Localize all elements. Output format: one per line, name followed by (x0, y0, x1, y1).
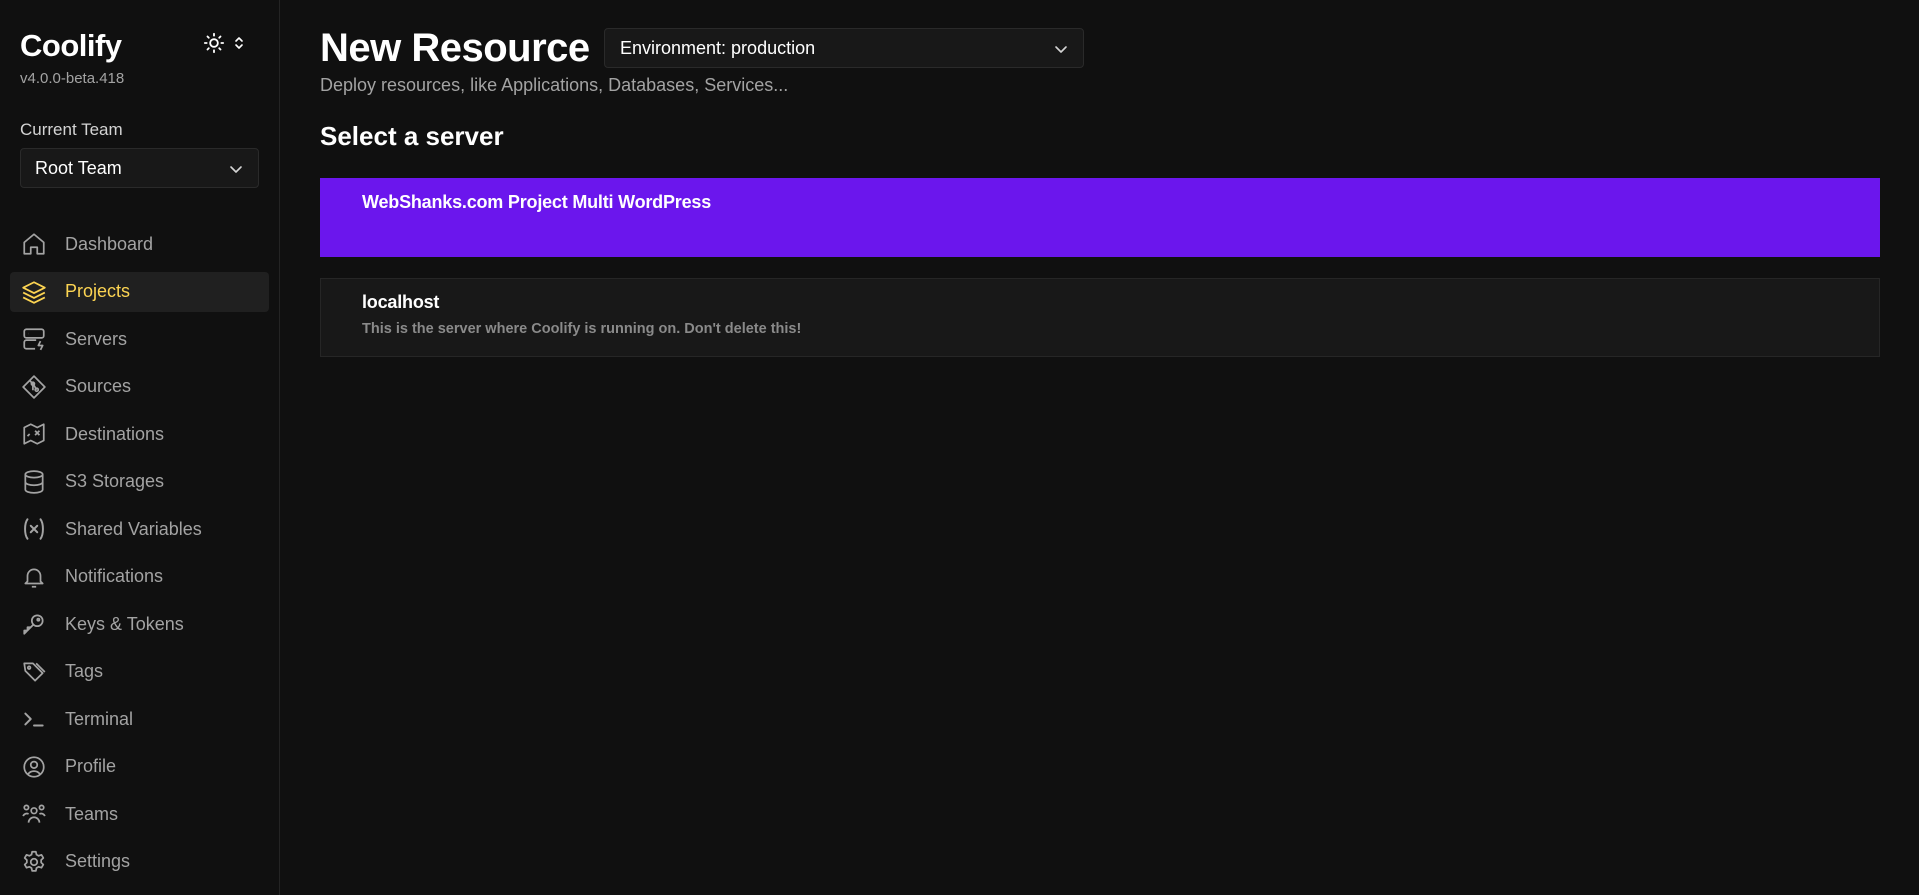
chevron-down-icon (1053, 41, 1069, 62)
sidebar-item-label: Projects (65, 281, 131, 301)
sidebar-item-label: Profile (65, 756, 117, 776)
sidebar-item-notifications[interactable]: Notifications (10, 557, 269, 597)
sidebar-item-dashboard[interactable]: Dashboard (10, 224, 269, 264)
server-name: WebShanks.com Project Multi WordPress (362, 192, 712, 212)
sidebar-item-label: Notifications (65, 566, 164, 586)
sidebar-item-projects[interactable]: Projects (10, 271, 269, 312)
user-circle-icon (21, 754, 47, 780)
sidebar-item-destinations[interactable]: Destinations (10, 414, 269, 454)
layers-icon (21, 279, 47, 305)
sidebar-item-tags[interactable]: Tags (10, 652, 269, 692)
git-icon (21, 374, 47, 400)
sidebar-item-label: Shared Variables (65, 518, 202, 539)
sidebar-item-label: Terminal (65, 708, 134, 729)
bell-icon (21, 564, 47, 590)
server-icon (21, 326, 47, 352)
app-logo[interactable]: Coolify (20, 28, 122, 64)
home-icon (21, 231, 47, 257)
environment-select[interactable]: Environment: production (604, 28, 1084, 68)
key-icon (21, 611, 47, 637)
sidebar-item-label: Settings (65, 851, 131, 871)
database-icon (21, 469, 47, 495)
sidebar-item-label: Tags (65, 661, 104, 681)
sidebar-item-label: S3 Storages (65, 471, 165, 491)
sidebar-item-settings[interactable]: Settings (10, 842, 269, 882)
server-card[interactable]: WebShanks.com Project Multi WordPress (320, 178, 1880, 257)
terminal-icon (21, 706, 47, 732)
sidebar-item-shared-variables[interactable]: Shared Variables (10, 509, 269, 549)
sidebar-item-servers[interactable]: Servers (10, 319, 269, 359)
sidebar-item-label: Teams (65, 803, 119, 824)
sidebar-item-teams[interactable]: Teams (10, 794, 269, 834)
environment-select-value: Environment: production (620, 37, 816, 58)
sidebar-item-label: Keys & Tokens (65, 613, 184, 634)
tags-icon (21, 659, 47, 685)
page-title: New Resource (320, 26, 590, 70)
sun-icon (203, 32, 225, 59)
chevron-up-down-icon (233, 34, 245, 57)
server-card[interactable]: localhost This is the server where Cooli… (320, 278, 1880, 357)
team-select-value: Root Team (35, 157, 122, 178)
server-name: localhost (362, 292, 440, 312)
sidebar-item-terminal[interactable]: Terminal (10, 699, 269, 739)
page-subtitle: Deploy resources, like Applications, Dat… (320, 75, 789, 95)
map-icon (21, 421, 47, 447)
sidebar-item-label: Sources (65, 376, 132, 396)
sidebar-item-label: Dashboard (65, 233, 154, 254)
sidebar-item-label: Servers (65, 328, 128, 349)
section-title: Select a server (320, 121, 504, 151)
server-description: This is the server where Coolify is runn… (362, 321, 802, 337)
sidebar: Coolify v4.0.0-beta.418 Current Team Roo… (0, 0, 280, 895)
variable-icon (21, 516, 47, 542)
gear-icon (21, 849, 47, 875)
sidebar-item-label: Destinations (65, 423, 165, 444)
current-team-label: Current Team (20, 120, 123, 139)
sidebar-item-s3-storages[interactable]: S3 Storages (10, 462, 269, 502)
sidebar-item-keys-tokens[interactable]: Keys & Tokens (10, 604, 269, 644)
team-select[interactable]: Root Team (20, 148, 259, 188)
sidebar-item-profile[interactable]: Profile (10, 747, 269, 787)
sidebar-nav: Dashboard Projects Servers Sources Desti… (10, 224, 269, 889)
main-content: New Resource Environment: production Dep… (281, 0, 1919, 895)
chevron-down-icon (228, 161, 244, 182)
sidebar-item-sources[interactable]: Sources (10, 367, 269, 407)
users-icon (21, 801, 47, 827)
app-version: v4.0.0-beta.418 (20, 70, 125, 87)
theme-toggle-button[interactable] (203, 32, 251, 59)
